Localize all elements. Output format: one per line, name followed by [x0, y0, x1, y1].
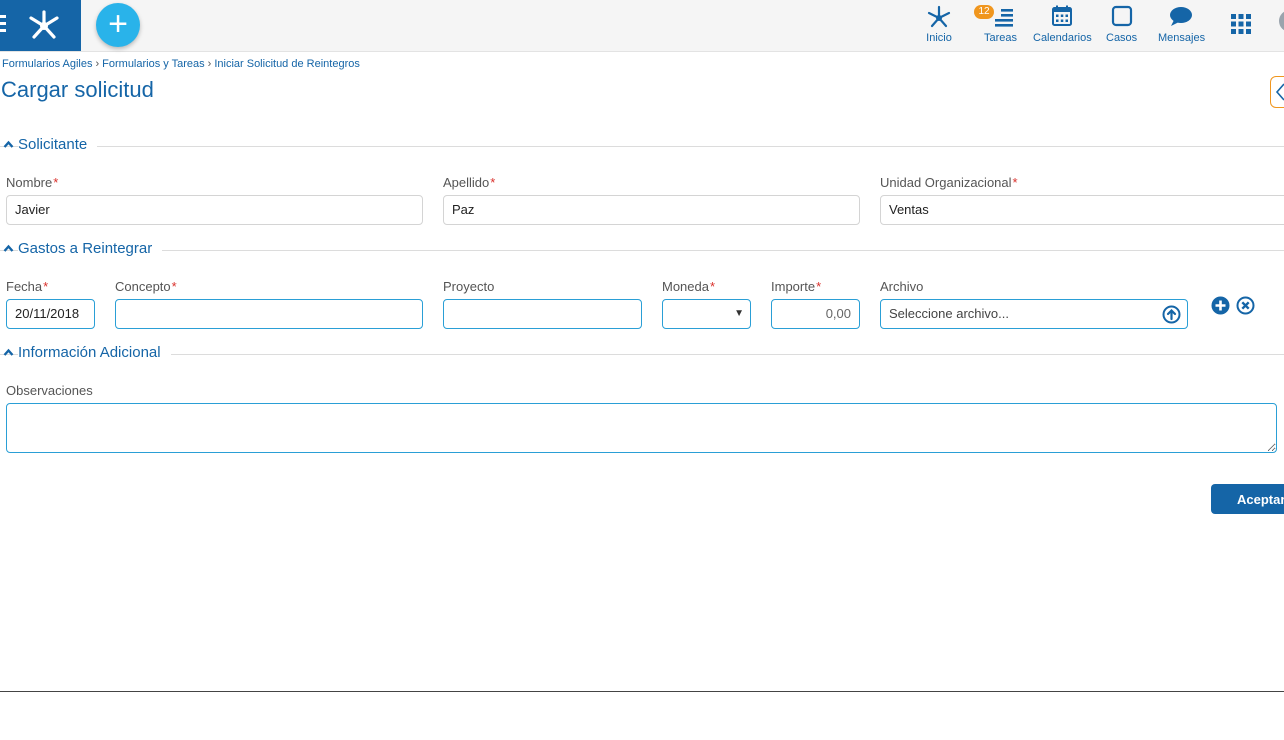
label-nombre: Nombre* — [6, 175, 58, 190]
bottom-divider — [0, 691, 1284, 692]
nav-tareas-label: Tareas — [984, 32, 1018, 44]
section-solicitante[interactable]: Solicitante — [0, 135, 1284, 157]
nav-calendarios-label: Calendarios — [1033, 32, 1092, 44]
observaciones-textarea[interactable] — [6, 403, 1277, 453]
proyecto-input[interactable] — [443, 299, 642, 329]
breadcrumb-separator: › — [207, 58, 212, 70]
section-title-informacion-adicional: Información Adicional — [18, 344, 171, 361]
label-importe: Importe* — [771, 279, 821, 294]
section-title-gastos: Gastos a Reintegrar — [18, 240, 163, 257]
label-apellido: Apellido* — [443, 175, 495, 190]
label-archivo: Archivo — [880, 279, 924, 294]
logo-icon[interactable] — [26, 6, 62, 42]
nav-inicio-label: Inicio — [926, 32, 952, 44]
apellido-input[interactable]: Paz — [443, 195, 860, 225]
required-mark: * — [490, 175, 496, 190]
label-nombre-text: Nombre — [6, 175, 53, 190]
label-concepto: Concepto* — [115, 279, 177, 294]
required-mark: * — [53, 175, 59, 190]
nav-calendarios[interactable]: Calendarios — [1033, 4, 1092, 44]
chevron-up-icon[interactable] — [3, 348, 14, 356]
label-fecha: Fecha* — [6, 279, 48, 294]
archivo-input[interactable]: Seleccione archivo... — [880, 299, 1188, 329]
accept-button[interactable]: Aceptar — [1211, 484, 1284, 514]
cases-icon — [1111, 5, 1132, 27]
section-divider — [0, 354, 1284, 355]
home-network-icon — [927, 5, 951, 28]
apps-grid-button[interactable] — [1231, 14, 1251, 34]
required-mark: * — [1012, 175, 1018, 190]
breadcrumb-separator: › — [95, 58, 100, 70]
chevron-left-icon — [1275, 83, 1284, 101]
required-mark: * — [171, 279, 177, 294]
nav-inicio[interactable]: Inicio — [926, 4, 952, 44]
apps-grid-icon — [1231, 14, 1251, 34]
unidad-organizacional-input[interactable]: Ventas — [880, 195, 1284, 225]
top-bar: + Inicio 12 Tareas Calendarios Casos Men… — [0, 0, 1284, 52]
breadcrumb-item-iniciar-solicitud[interactable]: Iniciar Solicitud de Reintegros — [214, 58, 360, 70]
breadcrumb-item-formularios-agiles[interactable]: Formularios Agiles — [2, 58, 92, 70]
required-mark: * — [816, 279, 822, 294]
importe-input[interactable]: 0,00 — [771, 299, 860, 329]
side-panel-toggle[interactable] — [1270, 76, 1284, 108]
message-bubble-icon — [1169, 7, 1192, 26]
section-gastos[interactable]: Gastos a Reintegrar — [0, 239, 1284, 261]
section-divider — [0, 250, 1284, 251]
chevron-up-icon[interactable] — [3, 140, 14, 148]
menu-icon[interactable] — [0, 15, 6, 35]
upload-icon[interactable] — [1162, 305, 1181, 324]
chevron-up-icon[interactable] — [3, 244, 14, 252]
nav-casos[interactable]: Casos — [1106, 4, 1137, 44]
section-title-solicitante: Solicitante — [18, 136, 98, 153]
breadcrumb-item-formularios-tareas[interactable]: Formularios y Tareas — [102, 58, 205, 70]
add-row-icon[interactable] — [1211, 296, 1230, 315]
label-unidad-organizacional: Unidad Organizacional* — [880, 175, 1018, 190]
label-moneda-text: Moneda — [662, 279, 709, 294]
nav-mensajes[interactable]: Mensajes — [1158, 4, 1205, 44]
dropdown-arrow-icon: ▼ — [734, 308, 744, 319]
section-informacion-adicional[interactable]: Información Adicional — [0, 343, 1284, 365]
label-moneda: Moneda* — [662, 279, 715, 294]
concepto-input[interactable] — [115, 299, 423, 329]
calendar-icon — [1052, 5, 1073, 26]
user-avatar[interactable] — [1279, 10, 1284, 32]
label-proyecto: Proyecto — [443, 279, 495, 294]
nav-casos-label: Casos — [1106, 32, 1138, 44]
fecha-input[interactable]: 20/11/2018 — [6, 299, 95, 329]
required-mark: * — [709, 279, 716, 294]
label-apellido-text: Apellido — [443, 175, 490, 190]
label-observaciones: Observaciones — [6, 383, 93, 398]
remove-row-icon[interactable] — [1236, 296, 1255, 315]
required-mark: * — [43, 279, 49, 294]
brand-area — [0, 0, 81, 51]
label-fecha-text: Fecha — [6, 279, 43, 294]
label-importe-text: Importe — [771, 279, 816, 294]
label-unidad-text: Unidad Organizacional — [880, 175, 1012, 190]
label-concepto-text: Concepto — [115, 279, 171, 294]
nav-tareas[interactable]: 12 Tareas — [974, 4, 1018, 44]
nombre-input[interactable]: Javier — [6, 195, 423, 225]
nav-mensajes-label: Mensajes — [1158, 32, 1206, 44]
tasks-badge: 12 — [974, 5, 994, 19]
add-button[interactable]: + — [96, 3, 140, 47]
breadcrumb: Formularios Agiles › Formularios y Tareas ›… — [2, 58, 360, 70]
section-divider — [0, 146, 1284, 147]
page-title: Cargar solicitud — [1, 77, 154, 102]
moneda-select[interactable]: ▼ — [662, 299, 751, 329]
archivo-placeholder: Seleccione archivo... — [889, 306, 1009, 321]
